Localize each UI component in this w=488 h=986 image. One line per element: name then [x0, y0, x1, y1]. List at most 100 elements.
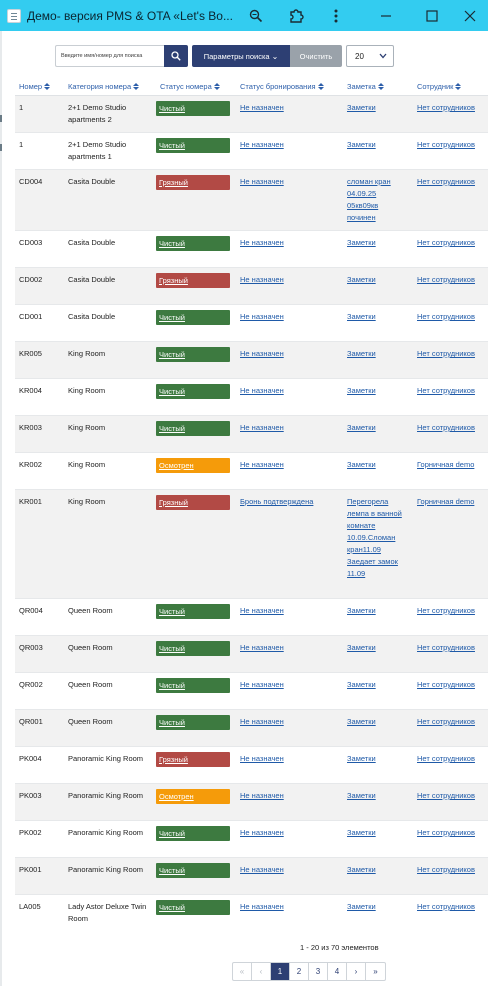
notes-link[interactable]: Заметки — [347, 754, 376, 763]
booking-status-link[interactable]: Не назначен — [240, 349, 284, 358]
booking-status-link[interactable]: Не назначен — [240, 680, 284, 689]
notes-link[interactable]: Заметки — [347, 717, 376, 726]
room-status-badge[interactable]: Чистый — [156, 641, 230, 656]
notes-link[interactable]: Перегорела лемпа в ванной комнате 10.09.… — [347, 497, 402, 578]
room-status-badge[interactable]: Чистый — [156, 604, 230, 619]
room-status-badge[interactable]: Чистый — [156, 678, 230, 693]
notes-link[interactable]: сломан кран 04.09.25 05кв09кв починен — [347, 177, 391, 222]
notes-link[interactable]: Заметки — [347, 275, 376, 284]
sort-icon[interactable] — [455, 82, 462, 91]
page-button-4[interactable]: 4 — [328, 963, 347, 980]
notes-link[interactable]: Заметки — [347, 423, 376, 432]
booking-status-link[interactable]: Не назначен — [240, 865, 284, 874]
room-status-badge[interactable]: Чистый — [156, 310, 230, 325]
staff-link[interactable]: Нет сотрудников — [417, 312, 475, 321]
staff-link[interactable]: Нет сотрудников — [417, 754, 475, 763]
staff-link[interactable]: Нет сотрудников — [417, 349, 475, 358]
staff-link[interactable]: Нет сотрудников — [417, 606, 475, 615]
header-number[interactable]: Номер — [19, 82, 51, 91]
room-status-badge[interactable]: Грязный — [156, 495, 230, 510]
staff-link[interactable]: Нет сотрудников — [417, 791, 475, 800]
room-status-badge[interactable]: Чистый — [156, 715, 230, 730]
booking-status-link[interactable]: Не назначен — [240, 828, 284, 837]
notes-link[interactable]: Заметки — [347, 606, 376, 615]
staff-link[interactable]: Горничная demo — [417, 497, 474, 506]
booking-status-link[interactable]: Не назначен — [240, 177, 284, 186]
header-room-status[interactable]: Статус номера — [160, 82, 220, 91]
more-button[interactable] — [316, 0, 356, 31]
booking-status-link[interactable]: Не назначен — [240, 717, 284, 726]
booking-status-link[interactable]: Бронь подтверждена — [240, 497, 313, 506]
room-status-badge[interactable]: Грязный — [156, 175, 230, 190]
prev-page-button[interactable]: ‹ — [252, 963, 271, 980]
staff-link[interactable]: Нет сотрудников — [417, 275, 475, 284]
staff-link[interactable]: Нет сотрудников — [417, 238, 475, 247]
room-status-badge[interactable]: Грязный — [156, 752, 230, 767]
room-status-badge[interactable]: Чистый — [156, 421, 230, 436]
notes-link[interactable]: Заметки — [347, 103, 376, 112]
room-status-badge[interactable]: Чистый — [156, 236, 230, 251]
clear-button[interactable]: Очистить — [290, 45, 342, 67]
staff-link[interactable]: Горничная demo — [417, 460, 474, 469]
notes-link[interactable]: Заметки — [347, 460, 376, 469]
staff-link[interactable]: Нет сотрудников — [417, 902, 475, 911]
booking-status-link[interactable]: Не назначен — [240, 386, 284, 395]
booking-status-link[interactable]: Не назначен — [240, 460, 284, 469]
staff-link[interactable]: Нет сотрудников — [417, 103, 475, 112]
header-category[interactable]: Категория номера — [68, 82, 140, 91]
page-button-2[interactable]: 2 — [290, 963, 309, 980]
first-page-button[interactable]: « — [233, 963, 252, 980]
room-status-badge[interactable]: Грязный — [156, 273, 230, 288]
staff-link[interactable]: Нет сотрудников — [417, 717, 475, 726]
room-status-badge[interactable]: Осмотрен — [156, 458, 230, 473]
last-page-button[interactable]: » — [366, 963, 385, 980]
room-status-badge[interactable]: Чистый — [156, 347, 230, 362]
staff-link[interactable]: Нет сотрудников — [417, 828, 475, 837]
minimize-button[interactable] — [366, 0, 406, 31]
notes-link[interactable]: Заметки — [347, 238, 376, 247]
page-button-3[interactable]: 3 — [309, 963, 328, 980]
staff-link[interactable]: Нет сотрудников — [417, 865, 475, 874]
notes-link[interactable]: Заметки — [347, 828, 376, 837]
header-booking-status[interactable]: Статус бронирования — [240, 82, 324, 91]
search-button[interactable] — [164, 45, 188, 67]
booking-status-link[interactable]: Не назначен — [240, 312, 284, 321]
booking-status-link[interactable]: Не назначен — [240, 754, 284, 763]
booking-status-link[interactable]: Не назначен — [240, 103, 284, 112]
booking-status-link[interactable]: Не назначен — [240, 791, 284, 800]
sort-icon[interactable] — [377, 82, 384, 91]
room-status-badge[interactable]: Осмотрен — [156, 789, 230, 804]
page-size-select[interactable]: 20 — [346, 45, 394, 67]
notes-link[interactable]: Заметки — [347, 312, 376, 321]
sort-icon[interactable] — [317, 82, 324, 91]
staff-link[interactable]: Нет сотрудников — [417, 423, 475, 432]
booking-status-link[interactable]: Не назначен — [240, 423, 284, 432]
room-status-badge[interactable]: Чистый — [156, 826, 230, 841]
booking-status-link[interactable]: Не назначен — [240, 643, 284, 652]
room-status-badge[interactable]: Чистый — [156, 900, 230, 915]
zoom-button[interactable] — [236, 0, 276, 31]
header-notes[interactable]: Заметка — [347, 82, 384, 91]
booking-status-link[interactable]: Не назначен — [240, 140, 284, 149]
booking-status-link[interactable]: Не назначен — [240, 606, 284, 615]
notes-link[interactable]: Заметки — [347, 349, 376, 358]
room-status-badge[interactable]: Чистый — [156, 863, 230, 878]
notes-link[interactable]: Заметки — [347, 791, 376, 800]
notes-link[interactable]: Заметки — [347, 680, 376, 689]
room-status-badge[interactable]: Чистый — [156, 101, 230, 116]
close-button[interactable] — [450, 0, 488, 31]
room-status-badge[interactable]: Чистый — [156, 384, 230, 399]
notes-link[interactable]: Заметки — [347, 865, 376, 874]
maximize-button[interactable] — [412, 0, 452, 31]
staff-link[interactable]: Нет сотрудников — [417, 680, 475, 689]
notes-link[interactable]: Заметки — [347, 140, 376, 149]
sort-icon[interactable] — [44, 82, 51, 91]
staff-link[interactable]: Нет сотрудников — [417, 643, 475, 652]
search-input[interactable] — [55, 45, 164, 67]
room-status-badge[interactable]: Чистый — [156, 138, 230, 153]
staff-link[interactable]: Нет сотрудников — [417, 140, 475, 149]
sort-icon[interactable] — [133, 82, 140, 91]
search-params-button[interactable]: Параметры поиска ⌄ — [192, 45, 290, 67]
notes-link[interactable]: Заметки — [347, 902, 376, 911]
notes-link[interactable]: Заметки — [347, 643, 376, 652]
